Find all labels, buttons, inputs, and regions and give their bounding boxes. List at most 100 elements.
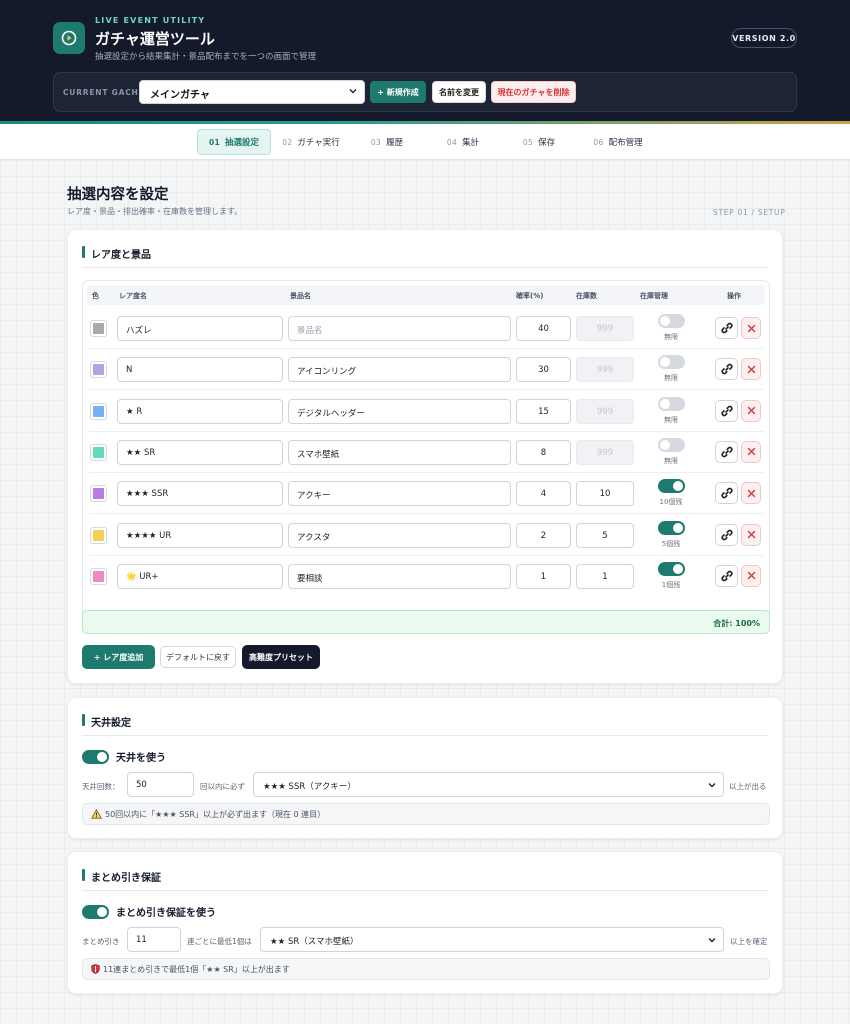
delete-row-button[interactable] [741, 399, 761, 422]
rate-input[interactable]: 8 [516, 439, 571, 465]
tab-setup[interactable]: 01 抽選設定 [197, 129, 271, 155]
color-swatch [93, 488, 104, 500]
delete-row-button[interactable] [741, 317, 761, 339]
bundle-count-input[interactable]: 11 [127, 927, 181, 952]
stock-manage-toggle[interactable] [658, 561, 685, 576]
rate-input[interactable]: 15 [516, 398, 571, 424]
rate-input[interactable]: 30 [516, 357, 571, 383]
prize-name-input[interactable]: 景品名 [288, 316, 511, 341]
close-icon [747, 406, 755, 415]
tab-history[interactable]: 03 履歴 [358, 129, 416, 155]
delete-row-button[interactable] [741, 358, 761, 381]
prize-name-input[interactable]: アイコンリング [288, 357, 511, 383]
bundle-toggle-row[interactable]: まとめ引き保証を使う [82, 904, 216, 919]
rate-input[interactable]: 40 [516, 316, 571, 341]
tab-summary[interactable]: 04 集計 [434, 129, 492, 155]
prize-name-input[interactable]: スマホ壁紙 [288, 439, 511, 465]
stock-manage-toggle[interactable] [658, 520, 685, 535]
tab-save[interactable]: 05 保存 [510, 129, 568, 155]
bundle-toggle[interactable] [82, 904, 109, 919]
table-row: N アイコンリング 30 999 無限 [83, 349, 769, 391]
rate-input[interactable]: 4 [516, 481, 571, 507]
rarity-table: 色 レア度名 景品名 確率(%) 在庫数 在庫管理 操作 ハズレ 景品名 40 999… [82, 280, 770, 630]
rarity-name-input[interactable]: ハズレ [117, 316, 283, 341]
prize-name-input[interactable]: アクキー [288, 481, 511, 507]
step-label: 履歴 [386, 138, 404, 148]
rarity-card: レア度と景品 色 レア度名 景品名 確率(%) 在庫数 在庫管理 操作 ハズレ景… [67, 229, 783, 684]
stock-manage-toggle[interactable] [658, 355, 685, 370]
stock-manage-toggle[interactable] [658, 396, 685, 411]
stock-manage-toggle[interactable] [658, 479, 685, 494]
stock-input: 999 [576, 316, 634, 341]
rate-input[interactable]: 2 [516, 522, 571, 548]
link-icon [720, 487, 733, 499]
color-picker[interactable] [90, 320, 107, 337]
stock-manage-toggle[interactable] [658, 437, 685, 452]
rarity-name-input[interactable]: N [117, 357, 283, 383]
add-rarity-button[interactable]: + レア度追加 [82, 645, 155, 669]
color-picker[interactable] [90, 443, 107, 461]
warning-icon [91, 809, 102, 819]
color-picker[interactable] [90, 526, 107, 544]
ceiling-toggle-row[interactable]: 天井を使う [82, 749, 166, 764]
link-button[interactable] [715, 317, 738, 339]
color-swatch [93, 446, 104, 458]
rarity-name-input[interactable]: ★★★★ UR [117, 522, 283, 548]
total-percent: 合計: 100% [713, 619, 760, 628]
gacha-select[interactable]: メインガチャ [139, 80, 365, 104]
hard-preset-button[interactable]: 高難度プリセット [242, 645, 320, 669]
table-row: 🌟 UR+ 要相談 1 1 1個残 [83, 556, 769, 597]
app-subtitle: 抽選設定から結果集計・景品配布までを一つの画面で管理 [95, 52, 317, 62]
stock-input[interactable]: 1 [576, 563, 634, 589]
step-number: 01 [208, 137, 221, 147]
ceiling-toggle[interactable] [82, 749, 109, 764]
link-button[interactable] [715, 482, 738, 505]
delete-row-button[interactable] [741, 482, 761, 505]
prize-name-input[interactable]: 要相談 [288, 563, 511, 589]
delete-row-button[interactable] [741, 440, 761, 463]
color-picker[interactable] [90, 567, 107, 585]
link-button[interactable] [715, 399, 738, 422]
table-row: ★★★ SSR アクキー 4 10 10個残 [83, 473, 769, 515]
ceiling-count-input[interactable]: 50 [127, 772, 194, 797]
ceiling-rarity-select[interactable]: ★★★ SSR（アクキー） [253, 772, 724, 797]
prize-name-input[interactable]: デジタルヘッダー [288, 398, 511, 424]
rarity-name-input[interactable]: ★★ SR [117, 439, 283, 465]
reset-default-button[interactable]: デフォルトに戻す [160, 646, 236, 668]
delete-row-button[interactable] [741, 564, 761, 587]
stock-manage-toggle[interactable] [658, 314, 685, 328]
ceiling-rarity-value: ★★★ SSR（アクキー） [263, 782, 356, 792]
link-button[interactable] [715, 358, 738, 381]
close-icon [747, 572, 755, 580]
rarity-name-input[interactable]: ★★★ SSR [117, 481, 283, 507]
close-icon [747, 448, 755, 456]
link-button[interactable] [715, 564, 738, 587]
delete-row-button[interactable] [741, 523, 761, 546]
rarity-name-input[interactable]: ★ R [117, 398, 283, 424]
version-badge: VERSION 2.0 [731, 28, 797, 48]
step-label: 集計 [462, 138, 480, 148]
page-title: 抽選内容を設定 [67, 187, 169, 203]
bundle-rarity-select[interactable]: ★★ SR（スマホ壁紙） [260, 927, 724, 952]
rate-input[interactable]: 1 [516, 563, 571, 589]
color-picker[interactable] [90, 485, 107, 503]
link-button[interactable] [715, 523, 738, 546]
stock-status-label: 無限 [664, 374, 678, 383]
new-gacha-button[interactable]: + 新規作成 [370, 81, 426, 103]
rename-gacha-button[interactable]: 名前を変更 [432, 81, 486, 103]
bundle-info-text: 11連まとめ引きで最低1個「★★ SR」以上が出ます [103, 964, 290, 974]
close-icon [747, 324, 755, 332]
tab-distribution[interactable]: 06 配布管理 [584, 129, 652, 155]
link-button[interactable] [715, 440, 738, 463]
prize-name-input[interactable]: アクスタ [288, 522, 511, 548]
ceiling-suffix: 以上が出る [729, 782, 767, 791]
color-picker[interactable] [90, 402, 107, 420]
delete-gacha-button[interactable]: 現在のガチャを削除 [491, 81, 576, 103]
stock-input[interactable]: 10 [576, 481, 634, 507]
color-picker[interactable] [90, 361, 107, 379]
bundle-card-title: まとめ引き保証 [82, 869, 161, 884]
stock-input[interactable]: 5 [576, 522, 634, 548]
ceiling-card-title: 天井設定 [82, 714, 131, 729]
tab-run[interactable]: 02 ガチャ実行 [275, 129, 347, 155]
rarity-name-input[interactable]: 🌟 UR+ [117, 563, 283, 589]
